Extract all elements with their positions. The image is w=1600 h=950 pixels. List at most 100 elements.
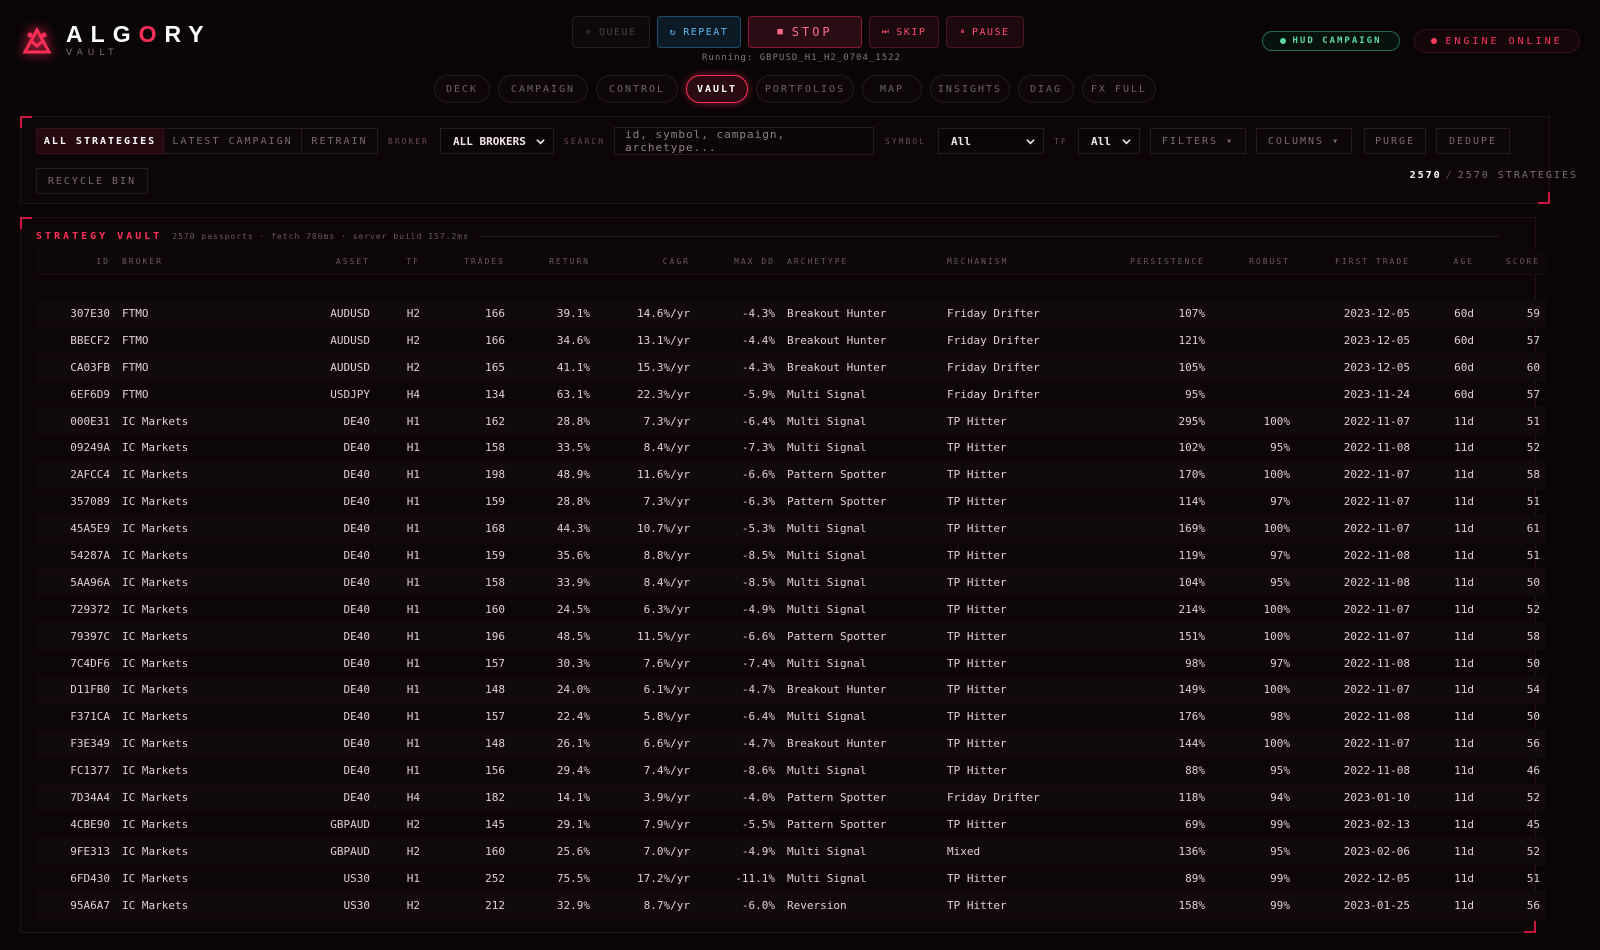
search-input[interactable]: id, symbol, campaign, archetype... bbox=[614, 127, 874, 155]
column-header-archetype[interactable]: ARCHETYPE bbox=[781, 250, 941, 275]
cell-first-trade: 2022-11-07 bbox=[1296, 676, 1416, 704]
table-row[interactable]: 95A6A7 IC Markets US30 H2 212 32.9% 8.7%/yr -6.… bbox=[36, 891, 1546, 919]
cell-max-dd: -6.4% bbox=[696, 407, 781, 435]
table-row[interactable]: 7D34A4 IC Markets DE40 H4 182 14.1% 3.9%/yr -4.… bbox=[36, 784, 1546, 812]
table-row[interactable]: F371CA IC Markets DE40 H1 157 22.4% 5.8%/yr -6.… bbox=[36, 703, 1546, 731]
cell-trades: 182 bbox=[426, 784, 511, 812]
cell-mechanism: TP Hitter bbox=[941, 703, 1121, 731]
tab-insights[interactable]: INSIGHTS bbox=[930, 75, 1010, 103]
table-row[interactable]: FC1377 IC Markets DE40 H1 156 29.4% 7.4%/yr -8.… bbox=[36, 757, 1546, 785]
cell-first-trade: 2022-11-08 bbox=[1296, 703, 1416, 731]
cell-age: 11d bbox=[1416, 703, 1480, 731]
tab-diag[interactable]: DIAG bbox=[1018, 75, 1074, 103]
cell-id: 09249A bbox=[36, 434, 116, 462]
column-header-first-trade[interactable]: FIRST TRADE bbox=[1296, 250, 1416, 275]
running-status: Running: GBPUSD_H1_H2_0704_1522 bbox=[702, 53, 901, 63]
cell-mechanism: Friday Drifter bbox=[941, 784, 1121, 812]
cell-tf: H1 bbox=[376, 568, 426, 597]
stop-button[interactable]: ■ STOP bbox=[748, 16, 862, 48]
chevron-down-icon bbox=[1122, 138, 1131, 144]
column-header-asset[interactable]: ASSET bbox=[256, 250, 376, 275]
column-header-broker[interactable]: BROKER bbox=[116, 250, 256, 275]
tab-portfolios[interactable]: PORTFOLIOS bbox=[756, 75, 854, 103]
tab-control[interactable]: CONTROL bbox=[596, 75, 678, 103]
cell-return: 24.5% bbox=[511, 595, 596, 624]
cell-id: 5AA96A bbox=[36, 568, 116, 597]
cell-score: 51 bbox=[1480, 864, 1546, 893]
cell-persistence: 88% bbox=[1121, 757, 1211, 785]
mode-all-strategies[interactable]: ALL STRATEGIES bbox=[36, 128, 164, 154]
table-row[interactable]: 6EF6D9 FTMO USDJPY H4 134 63.1% 22.3%/yr -5.9% M… bbox=[36, 380, 1546, 409]
table-row[interactable]: F3E349 IC Markets DE40 H1 148 26.1% 6.6%/yr -4.… bbox=[36, 730, 1546, 758]
column-header-age[interactable]: AGE bbox=[1416, 250, 1480, 275]
table-row[interactable]: 79397C IC Markets DE40 H1 196 48.5% 11.5%/yr -6… bbox=[36, 622, 1546, 651]
cell-asset: DE40 bbox=[256, 622, 376, 651]
table-row[interactable]: 000E31 IC Markets DE40 H1 162 28.8% 7.3%/yr -6.… bbox=[36, 407, 1546, 435]
column-header-max-dd[interactable]: MAX DD bbox=[696, 250, 781, 275]
table-row[interactable]: 09249A IC Markets DE40 H1 158 33.5% 8.4%/yr -7.… bbox=[36, 434, 1546, 462]
symbol-select[interactable]: All bbox=[938, 128, 1044, 154]
table-row[interactable]: 7C4DF6 IC Markets DE40 H1 157 30.3% 7.6%/yr -7.… bbox=[36, 649, 1546, 677]
tab-campaign[interactable]: CAMPAIGN bbox=[498, 75, 588, 103]
cell-broker: IC Markets bbox=[116, 434, 256, 462]
column-header-tf[interactable]: TF bbox=[376, 250, 426, 275]
cell-trades: 134 bbox=[426, 380, 511, 409]
column-header-trades[interactable]: TRADES bbox=[426, 250, 511, 275]
table-row[interactable]: 6FD430 IC Markets US30 H1 252 75.5% 17.2%/yr -1… bbox=[36, 864, 1546, 893]
repeat-button[interactable]: ↻ REPEAT bbox=[657, 16, 741, 48]
table-row[interactable]: 5AA96A IC Markets DE40 H1 158 33.9% 8.4%/yr -8.… bbox=[36, 568, 1546, 597]
cell-archetype: Multi Signal bbox=[781, 595, 941, 624]
column-header-persistence[interactable]: PERSISTENCE bbox=[1121, 250, 1211, 275]
cell-age: 11d bbox=[1416, 757, 1480, 785]
tab-map[interactable]: MAP bbox=[862, 75, 922, 103]
table-row[interactable]: 9FE313 IC Markets GBPAUD H2 160 25.6% 7.0%/yr -… bbox=[36, 837, 1546, 866]
cell-asset: DE40 bbox=[256, 784, 376, 812]
column-header-score[interactable]: SCORE bbox=[1480, 250, 1546, 275]
app-logo: ALGORY VAULT bbox=[22, 22, 212, 58]
cell-id: D11FB0 bbox=[36, 676, 116, 704]
cell-archetype: Breakout Hunter bbox=[781, 676, 941, 704]
table-row[interactable]: D11FB0 IC Markets DE40 H1 148 24.0% 6.1%/yr -4.… bbox=[36, 676, 1546, 704]
hud-campaign-badge[interactable]: HUD CAMPAIGN bbox=[1262, 31, 1400, 51]
mode-retrain[interactable]: RETRAIN bbox=[302, 128, 378, 154]
pause-button[interactable]: ⏸ PAUSE bbox=[946, 16, 1024, 48]
column-header-cagr[interactable]: CAGR bbox=[596, 250, 696, 275]
filters-button[interactable]: FILTERS ▾ bbox=[1150, 128, 1246, 154]
column-header-mechanism[interactable]: MECHANISM bbox=[941, 250, 1121, 275]
tab-vault[interactable]: VAULT bbox=[686, 75, 748, 103]
purge-button[interactable]: PURGE bbox=[1364, 128, 1426, 154]
table-row[interactable]: CA03FB FTMO AUDUSD H2 165 41.1% 15.3%/yr -4.3% B… bbox=[36, 353, 1546, 382]
table-row[interactable]: 307E30 FTMO AUDUSD H2 166 39.1% 14.6%/yr -4.3% B… bbox=[36, 300, 1546, 328]
queue-button[interactable]: + QUEUE bbox=[572, 16, 650, 48]
table-row[interactable]: 4CBE90 IC Markets GBPAUD H2 145 29.1% 7.9%/yr -… bbox=[36, 810, 1546, 839]
broker-select[interactable]: ALL BROKERS bbox=[440, 128, 554, 154]
recycle-bin-button[interactable]: RECYCLE BIN bbox=[36, 168, 148, 194]
tab-fx-full[interactable]: FX FULL bbox=[1082, 75, 1156, 103]
mode-latest-campaign[interactable]: LATEST CAMPAIGN bbox=[164, 128, 302, 154]
cell-persistence: 214% bbox=[1121, 595, 1211, 624]
table-row[interactable]: 357089 IC Markets DE40 H1 159 28.8% 7.3%/yr -6.… bbox=[36, 488, 1546, 516]
cell-age: 11d bbox=[1416, 542, 1480, 570]
cell-cagr: 13.1%/yr bbox=[596, 326, 696, 355]
dedupe-button[interactable]: DEDUPE bbox=[1436, 128, 1510, 154]
cell-asset: US30 bbox=[256, 864, 376, 893]
table-row[interactable]: 54287A IC Markets DE40 H1 159 35.6% 8.8%/yr -8.… bbox=[36, 542, 1546, 570]
cell-tf: H2 bbox=[376, 837, 426, 866]
cell-trades: 162 bbox=[426, 407, 511, 435]
table-row[interactable]: BBECF2 FTMO AUDUSD H2 166 34.6% 13.1%/yr -4.4% B… bbox=[36, 326, 1546, 355]
cell-max-dd: -8.5% bbox=[696, 542, 781, 570]
table-row[interactable]: 45A5E9 IC Markets DE40 H1 168 44.3% 10.7%/yr -5… bbox=[36, 515, 1546, 543]
table-row[interactable]: 2AFCC4 IC Markets DE40 H1 198 48.9% 11.6%/yr -6… bbox=[36, 461, 1546, 489]
cell-asset: AUDUSD bbox=[256, 326, 376, 355]
cell-id: 2AFCC4 bbox=[36, 461, 116, 489]
columns-button[interactable]: COLUMNS ▾ bbox=[1256, 128, 1352, 154]
skip-button[interactable]: ⏭ SKIP bbox=[869, 16, 939, 48]
tf-select[interactable]: All bbox=[1078, 128, 1140, 154]
cell-broker: IC Markets bbox=[116, 810, 256, 839]
tab-deck[interactable]: DECK bbox=[434, 75, 490, 103]
table-row[interactable]: 729372 IC Markets DE40 H1 160 24.5% 6.3%/yr -4.… bbox=[36, 595, 1546, 624]
column-header-robust[interactable]: ROBUST bbox=[1211, 250, 1296, 275]
cell-tf: H1 bbox=[376, 730, 426, 758]
column-header-return[interactable]: RETURN bbox=[511, 250, 596, 275]
column-header-id[interactable]: ID bbox=[36, 250, 116, 275]
